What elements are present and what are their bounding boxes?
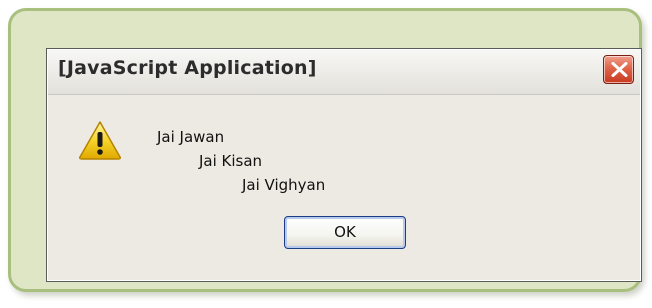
message-line-2: Jai Kisan [199, 152, 263, 170]
alert-dialog: [JavaScript Application] Jai Jawan Jai K… [46, 48, 642, 282]
close-button[interactable] [603, 55, 634, 84]
dialog-title: [JavaScript Application] [58, 57, 317, 79]
dialog-body: Jai Jawan Jai Kisan Jai Vighyan OK [48, 95, 640, 280]
ok-button[interactable]: OK [284, 216, 406, 249]
message-line-3: Jai Vighyan [242, 176, 326, 194]
message-line-1: Jai Jawan [157, 128, 225, 146]
outer-frame: [JavaScript Application] Jai Jawan Jai K… [8, 8, 642, 292]
dialog-titlebar[interactable]: [JavaScript Application] [48, 50, 640, 95]
close-icon [611, 62, 628, 77]
warning-icon [79, 121, 121, 160]
